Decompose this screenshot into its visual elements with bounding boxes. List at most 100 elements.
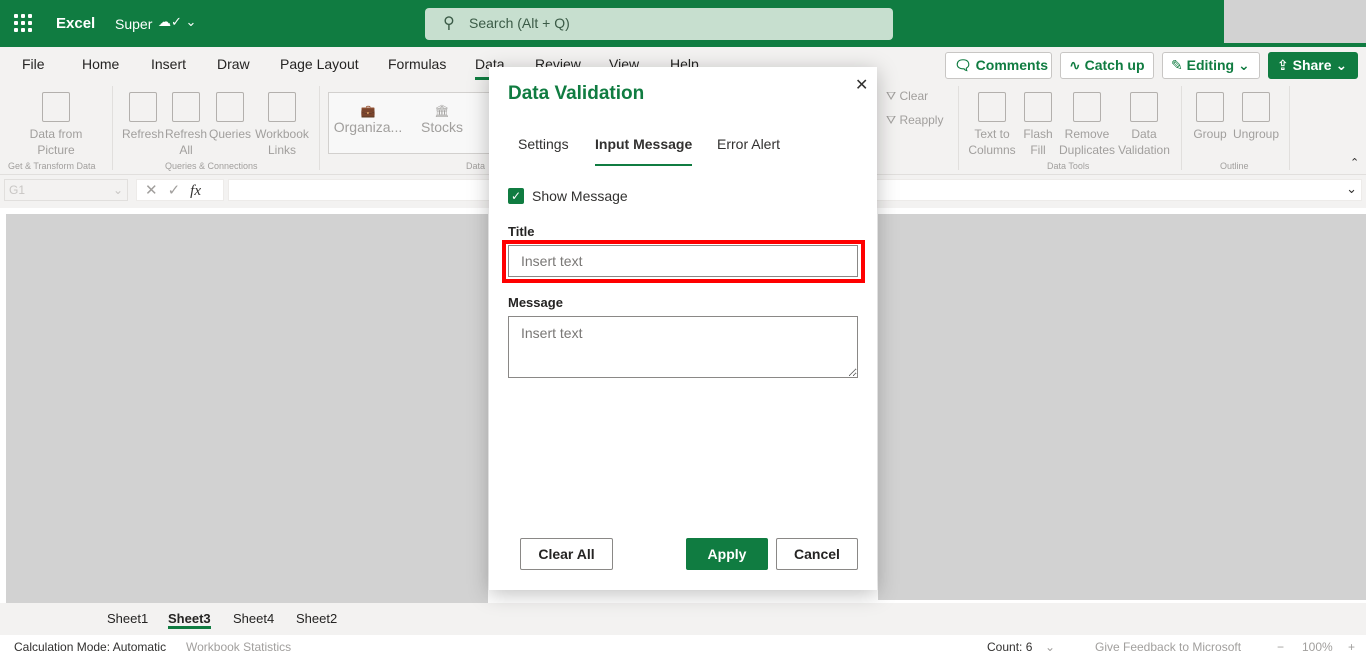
link-icon [268,92,296,122]
sheet-tab[interactable]: Sheet2 [296,611,337,626]
filter-clear-icon: ⛛ [886,89,897,103]
label: Clear [899,89,929,103]
tab-insert[interactable]: Insert [151,56,186,72]
catch-up-button[interactable]: ∿ Catch up [1060,52,1154,79]
show-message-label[interactable]: Show Message [532,188,628,204]
expand-formula-icon[interactable]: ⌄ [1346,181,1357,197]
workbook-statistics[interactable]: Workbook Statistics [186,640,291,654]
editing-mode-button[interactable]: ✎ Editing ⌄ [1162,52,1260,79]
share-icon: ⇪ [1277,57,1289,73]
zoom-in-icon[interactable]: + [1348,640,1355,654]
chevron-down-icon: ⌄ [112,183,123,197]
label: Group [1193,127,1227,141]
count-summary[interactable]: Count: 6 [987,640,1032,654]
tab-draw[interactable]: Draw [217,56,250,72]
data-types-gallery: 💼 Organiza... 🏛 Stocks [328,92,493,154]
search-placeholder: Search (Alt + Q) [469,15,570,31]
ungroup-button[interactable]: Ungroup [1232,92,1280,142]
queries-icon [216,92,244,122]
label: Ungroup [1232,127,1280,141]
group-icon [1196,92,1224,122]
document-name[interactable]: Super [115,16,152,32]
tab-settings[interactable]: Settings [518,136,569,164]
sheet-tab-active[interactable]: Sheet3 [168,611,211,629]
label: Stocks [420,119,463,135]
divider [1289,86,1290,170]
divider [319,86,320,170]
refresh-button[interactable]: Refresh [122,92,164,142]
comment-icon: 🗨 [954,57,972,73]
tab-error-alert[interactable]: Error Alert [717,136,780,164]
data-validation-dialog: Data Validation ✕ Settings Input Message… [489,67,877,590]
show-message-checkbox[interactable]: ✓ [508,188,524,204]
remove-duplicates-icon [1073,92,1101,122]
grid-redacted-area [878,214,1366,600]
title-label: Title [508,224,535,239]
confirm-icon[interactable]: ✓ [168,182,191,199]
label: Queries [208,127,252,141]
reapply-filter-button[interactable]: ⛛ Reapply [886,112,943,128]
share-button[interactable]: ⇪ Share ⌄ [1268,52,1358,79]
ungroup-icon [1242,92,1270,122]
chevron-down-icon: ⌄ [1237,57,1250,73]
chevron-down-icon[interactable]: ⌄ [1045,640,1055,654]
label: Workbook Links [255,127,309,157]
clear-filter-button[interactable]: ⛛ Clear [886,88,928,104]
flash-fill-button[interactable]: Flash Fill [1020,92,1056,158]
data-validation-icon [1130,92,1158,122]
app-launcher-icon[interactable] [14,14,32,32]
text-to-columns-button[interactable]: Text to Columns [966,92,1018,158]
grid-redacted-area [6,214,488,618]
name-box-value: G1 [9,183,26,197]
collapse-ribbon-icon[interactable]: ⌃ [1350,156,1359,169]
formula-actions: ✕✓fx [136,179,224,201]
stocks-button[interactable]: 🏛 Stocks [417,103,467,136]
refresh-all-button[interactable]: Refresh All [165,92,207,158]
feedback-link[interactable]: Give Feedback to Microsoft [1095,640,1241,654]
clear-all-button[interactable]: Clear All [520,538,613,570]
close-icon[interactable]: ✕ [855,75,868,95]
cloud-saved-icon[interactable]: ☁✓ ⌄ [158,14,196,30]
title-input[interactable] [508,245,858,277]
tab-input-message[interactable]: Input Message [595,136,693,166]
calculation-mode[interactable]: Calculation Mode: Automatic [14,640,166,654]
function-icon[interactable]: fx [190,183,201,199]
message-input[interactable] [508,316,858,378]
label: Remove Duplicates [1058,127,1116,157]
organization-button[interactable]: 💼 Organiza... [333,103,403,136]
data-from-picture-button[interactable]: Data from Picture [22,92,90,158]
sheet-tab[interactable]: Sheet4 [233,611,274,626]
tab-page-layout[interactable]: Page Layout [280,56,359,72]
zoom-out-icon[interactable]: − [1277,640,1284,654]
name-box[interactable]: G1 ⌄ [4,179,128,201]
divider [958,86,959,170]
cancel-icon[interactable]: ✕ [145,182,168,199]
pulse-icon: ∿ [1069,57,1081,73]
group-button[interactable]: Group [1190,92,1230,142]
data-validation-button[interactable]: Data Validation [1116,92,1172,158]
queries-button[interactable]: Queries [208,92,252,142]
divider [112,86,113,170]
workbook-links-button[interactable]: Workbook Links [254,92,310,158]
apply-button[interactable]: Apply [686,538,768,570]
share-label: Share [1292,57,1332,73]
tab-file[interactable]: File [22,56,45,72]
tab-home[interactable]: Home [82,56,119,72]
sheet-tab[interactable]: Sheet1 [107,611,148,626]
label: Data from Picture [29,127,83,157]
filter-reapply-icon: ⛛ [886,113,897,127]
status-bar: Calculation Mode: Automatic Workbook Sta… [0,635,1366,657]
remove-duplicates-button[interactable]: Remove Duplicates [1058,92,1116,158]
cancel-button[interactable]: Cancel [776,538,858,570]
label: Refresh All [165,127,208,157]
catch-up-label: Catch up [1084,57,1145,73]
comments-button[interactable]: 🗨 Comments [945,52,1052,79]
zoom-level[interactable]: 100% [1302,640,1333,654]
tab-formulas[interactable]: Formulas [388,56,446,72]
label: Refresh [122,127,165,141]
refresh-all-icon [172,92,200,122]
app-name[interactable]: Excel [56,15,95,32]
editing-label: Editing [1186,57,1235,73]
search-input[interactable]: ⚲ Search (Alt + Q) [425,8,893,40]
group-label: Queries & Connections [165,161,258,171]
